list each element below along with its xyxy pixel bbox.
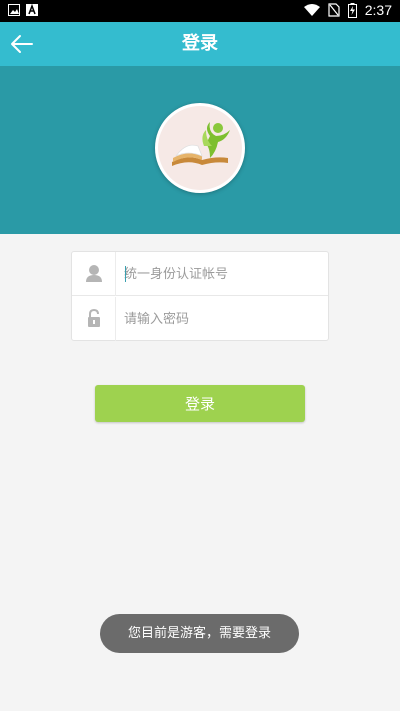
username-icon-box xyxy=(72,252,116,296)
book-person-logo xyxy=(172,122,230,166)
gallery-icon xyxy=(8,4,20,16)
status-left xyxy=(8,4,38,16)
battery-charging-icon xyxy=(347,2,357,18)
login-button[interactable]: 登录 xyxy=(95,385,305,422)
username-row xyxy=(72,252,328,296)
status-time: 2:37 xyxy=(364,2,392,18)
app-bar: 登录 xyxy=(0,22,400,66)
text-caret xyxy=(125,266,126,282)
password-row xyxy=(72,297,328,341)
status-right: 2:37 xyxy=(303,2,392,18)
password-icon-box xyxy=(72,297,116,341)
hero-banner xyxy=(0,66,400,234)
toast-message: 您目前是游客，需要登录 xyxy=(100,614,299,653)
app-logo xyxy=(155,103,245,193)
wifi-icon xyxy=(303,3,320,16)
password-input[interactable] xyxy=(124,307,320,331)
user-icon xyxy=(86,265,102,282)
no-sim-icon xyxy=(328,3,340,17)
app-icon xyxy=(26,4,38,16)
login-form xyxy=(71,251,329,341)
username-input[interactable] xyxy=(124,262,320,286)
status-bar: 2:37 xyxy=(0,0,400,22)
page-title: 登录 xyxy=(182,33,218,54)
lock-icon xyxy=(88,308,100,327)
